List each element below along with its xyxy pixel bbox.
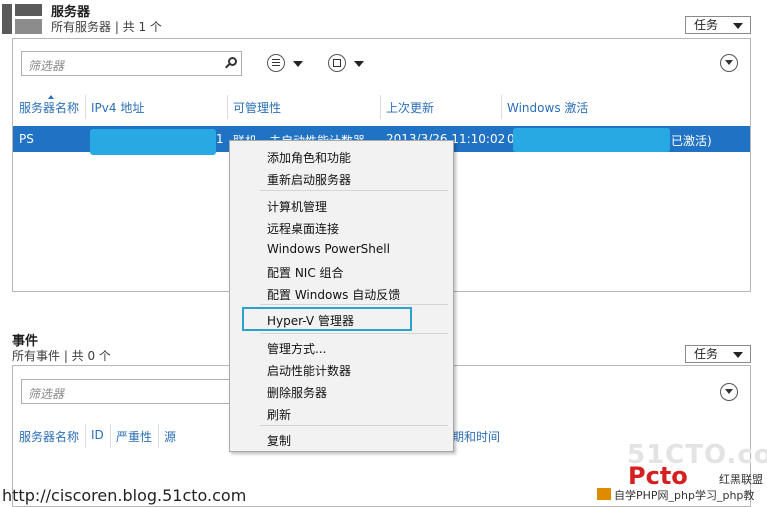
chevron-down-icon [733, 23, 743, 29]
tasks-label: 任务 [694, 347, 719, 361]
watermark-footer: 自学PHP网_php学习_php教 [614, 489, 755, 502]
context-menu: 添加角色和功能 重新启动服务器 计算机管理 远程桌面连接 Windows Pow… [229, 140, 454, 452]
column-divider [85, 95, 86, 119]
menu-item-start-perf-counters[interactable]: 启动性能计数器 [267, 362, 351, 379]
menu-item-hyperv-manager[interactable]: Hyper-V 管理器 [267, 312, 354, 329]
menu-item-add-roles[interactable]: 添加角色和功能 [267, 149, 351, 166]
cell-ipv4-tail: 1 [216, 132, 224, 146]
events-tasks-button[interactable]: 任务 [685, 345, 751, 363]
column-windows-activation[interactable]: Windows 激活 [507, 99, 588, 116]
watermark-url: http://ciscoren.blog.51cto.com [2, 486, 247, 505]
column-divider [85, 424, 86, 448]
menu-item-manage-as[interactable]: 管理方式... [267, 340, 326, 357]
servers-section-icon [2, 2, 42, 34]
filter-placeholder: 筛选器 [28, 387, 65, 401]
servers-subtitle: 所有服务器 | 共 1 个 [51, 20, 162, 34]
menu-item-windows-feedback[interactable]: 配置 Windows 自动反馈 [267, 286, 400, 303]
menu-item-powershell[interactable]: Windows PowerShell [267, 242, 390, 256]
menu-separator [260, 304, 448, 305]
menu-item-copy[interactable]: 复制 [267, 432, 291, 449]
column-server-name[interactable]: 服务器名称 [19, 428, 79, 445]
search-icon[interactable] [225, 57, 237, 69]
collapse-icon[interactable] [720, 54, 738, 72]
column-ipv4[interactable]: IPv4 地址 [91, 99, 144, 116]
column-server-name[interactable]: 服务器名称 [19, 99, 79, 116]
chevron-down-icon[interactable] [293, 61, 303, 67]
redaction-mark [513, 128, 670, 152]
column-divider [227, 95, 228, 119]
collapse-icon[interactable] [720, 383, 738, 401]
save-query-icon[interactable] [328, 54, 346, 72]
column-divider [158, 424, 159, 448]
filter-placeholder: 筛选器 [28, 59, 65, 73]
php-logo-icon [597, 488, 611, 500]
menu-item-computer-management[interactable]: 计算机管理 [267, 198, 327, 215]
column-id[interactable]: ID [91, 428, 104, 442]
column-manageability[interactable]: 可管理性 [233, 99, 281, 116]
list-options-icon[interactable] [267, 54, 285, 72]
column-divider [380, 95, 381, 119]
tasks-label: 任务 [694, 18, 719, 32]
column-divider [501, 95, 502, 119]
watermark-logo-sub: 红黑联盟 [719, 473, 763, 486]
servers-filter-input[interactable]: 筛选器 [21, 51, 242, 76]
events-filter-input[interactable]: 筛选器 [21, 379, 242, 404]
menu-item-remote-desktop[interactable]: 远程桌面连接 [267, 220, 339, 237]
column-last-update[interactable]: 上次更新 [386, 99, 434, 116]
menu-separator [260, 333, 448, 334]
chevron-down-icon[interactable] [354, 61, 364, 67]
cell-server-name: PS [19, 132, 34, 146]
menu-item-remove-server[interactable]: 删除服务器 [267, 384, 327, 401]
menu-separator [260, 425, 448, 426]
chevron-down-icon [733, 352, 743, 358]
menu-separator [260, 190, 448, 191]
column-severity[interactable]: 严重性 [116, 428, 152, 445]
redaction-mark [90, 129, 216, 155]
menu-item-nic-teaming[interactable]: 配置 NIC 组合 [267, 264, 344, 281]
column-date-time[interactable]: 期和时间 [452, 428, 500, 445]
watermark-logo: Pcto [628, 462, 688, 490]
cell-activation-suffix: 已激活) [671, 134, 712, 148]
events-subtitle: 所有事件 | 共 0 个 [12, 349, 111, 363]
menu-item-restart-server[interactable]: 重新启动服务器 [267, 171, 351, 188]
column-divider [110, 424, 111, 448]
servers-tasks-button[interactable]: 任务 [685, 16, 751, 34]
menu-item-refresh[interactable]: 刷新 [267, 406, 291, 423]
column-source[interactable]: 源 [164, 428, 176, 445]
